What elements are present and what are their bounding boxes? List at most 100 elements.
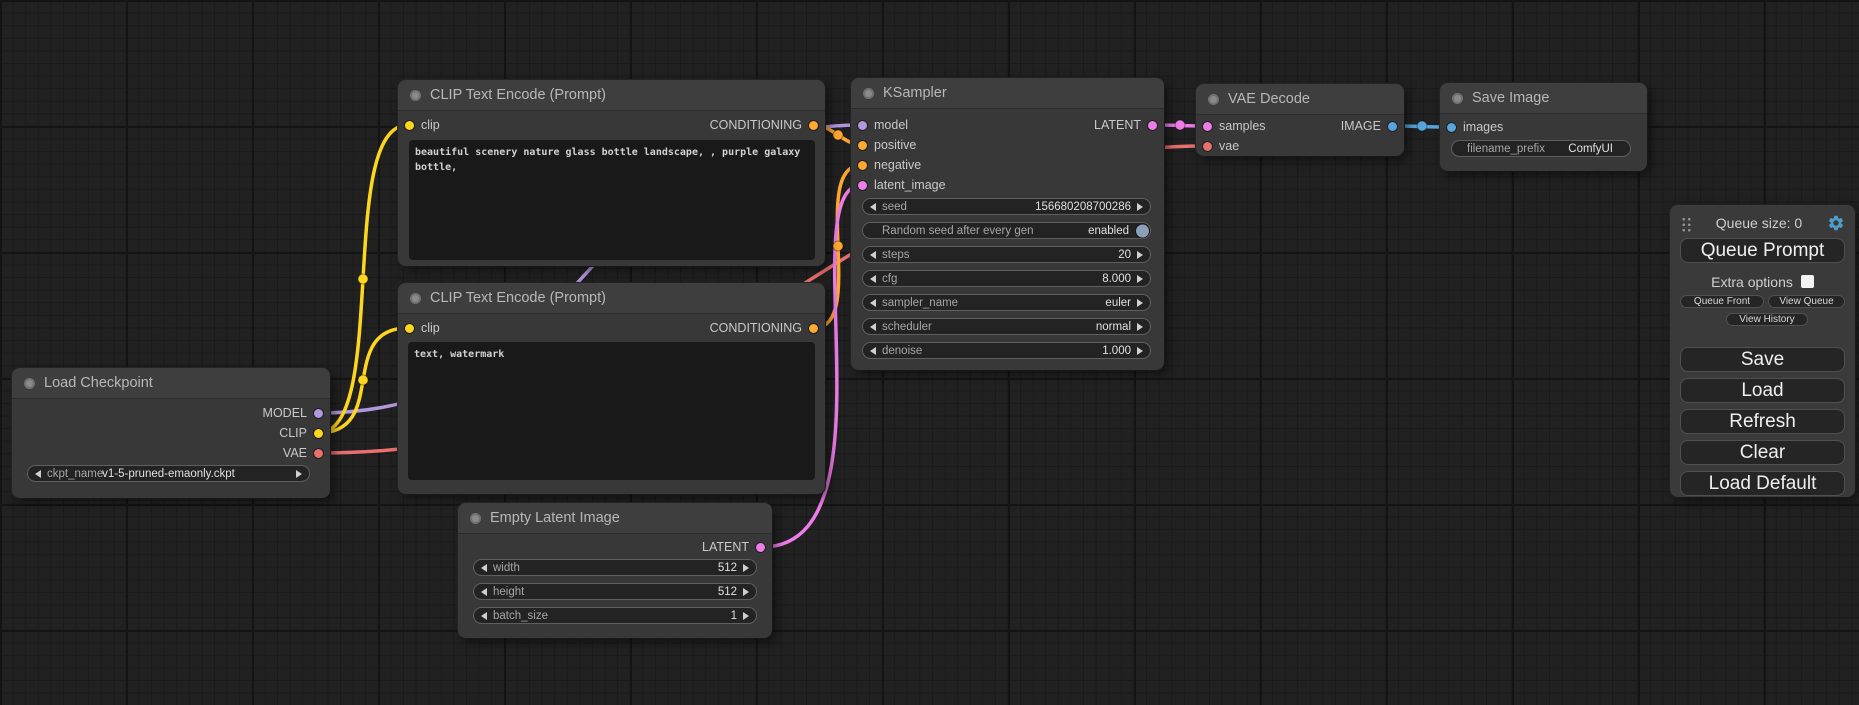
node-ksampler[interactable]: KSampler model LATENT positive negative … [851,78,1164,370]
input-label-clip: clip [421,321,440,335]
output-dot-model[interactable] [314,409,323,418]
collapse-dot[interactable] [470,513,481,524]
increment-arrow[interactable] [743,588,749,596]
increment-arrow[interactable] [1137,323,1143,331]
node-title-bar[interactable]: CLIP Text Encode (Prompt) [398,283,825,314]
input-dot-model[interactable] [858,121,867,130]
output-label-conditioning: CONDITIONING [710,118,802,132]
input-row-images: images [1440,117,1647,137]
output-dot-conditioning[interactable] [809,324,818,333]
decrement-arrow[interactable] [870,203,876,211]
node-title-bar[interactable]: Load Checkpoint [12,368,330,399]
widget-denoise[interactable]: denoise 1.000 [862,342,1151,359]
widget-sampler-name[interactable]: sampler_name euler [862,294,1151,311]
clear-button[interactable]: Clear [1680,440,1845,465]
widget-value: 512 [718,562,737,574]
input-dot-latent-image[interactable] [858,181,867,190]
output-dot-latent[interactable] [1148,121,1157,130]
node-empty-latent-image[interactable]: Empty Latent Image LATENT width 512 heig… [458,503,772,638]
input-dot-negative[interactable] [858,161,867,170]
input-dot-vae[interactable] [1203,142,1212,151]
output-dot-image[interactable] [1388,122,1397,131]
collapse-dot[interactable] [1452,93,1463,104]
gear-icon[interactable] [1827,214,1845,232]
decrement-arrow[interactable] [481,588,487,596]
node-vae-decode[interactable]: VAE Decode samples IMAGE vae [1196,84,1404,156]
widget-seed[interactable]: seed 156680208700286 [862,198,1151,215]
widget-filename-prefix[interactable]: filename_prefix ComfyUI [1451,140,1631,157]
input-dot-samples[interactable] [1203,122,1212,131]
load-default-button[interactable]: Load Default [1680,471,1845,496]
prompt-text-input[interactable]: beautiful scenery nature glass bottle la… [409,140,815,260]
increment-arrow[interactable] [1137,347,1143,355]
decrement-arrow[interactable] [870,323,876,331]
output-row-model: MODEL [12,403,330,423]
output-dot-clip[interactable] [314,429,323,438]
node-title-bar[interactable]: Save Image [1440,83,1647,114]
output-dot-conditioning[interactable] [809,121,818,130]
prompt-text-input[interactable]: text, watermark [408,342,815,480]
output-label-model: MODEL [263,406,307,420]
collapse-dot[interactable] [1208,94,1219,105]
widget-random-seed-toggle[interactable]: Random seed after every gen enabled [862,222,1151,239]
increment-arrow[interactable] [1137,251,1143,259]
node-title: Empty Latent Image [490,510,620,526]
drag-handle-icon[interactable] [1680,215,1691,232]
view-history-button[interactable]: View History [1726,313,1808,326]
widget-steps[interactable]: steps 20 [862,246,1151,263]
widget-label: steps [882,249,910,261]
collapse-dot[interactable] [410,90,421,101]
collapse-dot[interactable] [863,88,874,99]
output-label-image: IMAGE [1341,119,1381,133]
decrement-arrow[interactable] [870,275,876,283]
node-clip-text-encode-positive[interactable]: CLIP Text Encode (Prompt) clip CONDITION… [398,80,825,266]
widget-scheduler[interactable]: scheduler normal [862,318,1151,335]
increment-arrow[interactable] [1137,299,1143,307]
input-dot-clip[interactable] [405,121,414,130]
decrement-arrow[interactable] [870,251,876,259]
save-button[interactable]: Save [1680,347,1845,372]
output-dot-latent[interactable] [756,543,765,552]
input-row-negative: negative [851,155,1164,175]
node-title-bar[interactable]: Empty Latent Image [458,503,772,534]
node-save-image[interactable]: Save Image images filename_prefix ComfyU… [1440,83,1647,171]
increment-arrow[interactable] [1137,275,1143,283]
collapse-dot[interactable] [410,293,421,304]
input-dot-images[interactable] [1447,123,1456,132]
widget-value: 156680208700286 [1035,201,1131,213]
queue-prompt-button[interactable]: Queue Prompt [1680,238,1845,263]
input-label-samples: samples [1219,119,1266,133]
decrement-arrow[interactable] [35,470,41,478]
widget-height[interactable]: height 512 [473,583,757,600]
extra-options-checkbox[interactable] [1801,275,1814,288]
widget-width[interactable]: width 512 [473,559,757,576]
increment-arrow[interactable] [296,470,302,478]
collapse-dot[interactable] [24,378,35,389]
input-dot-clip[interactable] [405,324,414,333]
node-title-bar[interactable]: KSampler [851,78,1164,109]
output-row-vae: VAE [12,443,330,463]
refresh-button[interactable]: Refresh [1680,409,1845,434]
increment-arrow[interactable] [743,612,749,620]
decrement-arrow[interactable] [870,347,876,355]
queue-size-label: Queue size: 0 [1691,215,1827,231]
widget-cfg[interactable]: cfg 8.000 [862,270,1151,287]
node-title-bar[interactable]: CLIP Text Encode (Prompt) [398,80,825,111]
input-label-model: model [874,118,908,132]
toggle-dot[interactable] [1136,224,1149,237]
node-clip-text-encode-negative[interactable]: CLIP Text Encode (Prompt) clip CONDITION… [398,283,825,494]
decrement-arrow[interactable] [870,299,876,307]
widget-ckpt-name[interactable]: ckpt_name v1-5-pruned-emaonly.ckpt [27,465,310,482]
output-dot-vae[interactable] [314,449,323,458]
decrement-arrow[interactable] [481,612,487,620]
queue-front-button[interactable]: Queue Front [1680,295,1764,308]
widget-batch-size[interactable]: batch_size 1 [473,607,757,624]
load-button[interactable]: Load [1680,378,1845,403]
increment-arrow[interactable] [743,564,749,572]
view-queue-button[interactable]: View Queue [1768,295,1845,308]
increment-arrow[interactable] [1137,203,1143,211]
node-load-checkpoint[interactable]: Load Checkpoint MODEL CLIP VAE ckpt_name… [12,368,330,498]
input-dot-positive[interactable] [858,141,867,150]
node-title-bar[interactable]: VAE Decode [1196,84,1404,115]
decrement-arrow[interactable] [481,564,487,572]
